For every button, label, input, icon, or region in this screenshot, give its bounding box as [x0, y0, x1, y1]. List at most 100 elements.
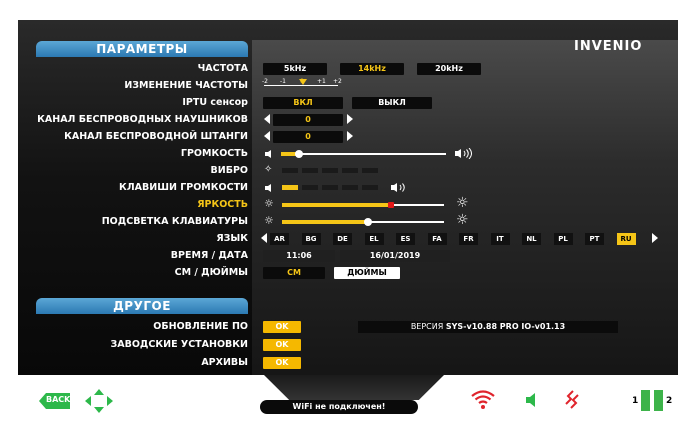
coil-channel-right-icon[interactable] — [347, 131, 353, 141]
volume-keys-segment — [282, 185, 298, 190]
battery-2-label: 2 — [666, 396, 673, 406]
sun-large-icon: ☼ — [456, 195, 469, 211]
section-header-other: ДРУГОЕ — [36, 298, 248, 314]
iptu-on-button[interactable]: ВКЛ — [263, 97, 343, 109]
wifi-icon[interactable] — [470, 388, 496, 410]
time-field[interactable]: 11:06 — [263, 250, 335, 262]
language-option-fr[interactable]: FR — [459, 233, 478, 245]
volume-keys-segment — [342, 185, 358, 190]
row-coil-channel: КАНАЛ БЕСПРОВОДНОЙ ШТАНГИ 0 — [18, 128, 678, 145]
row-keypad-light: ПОДСВЕТКА КЛАВИАТУРЫ ☼ ☼ — [18, 212, 678, 230]
archives-ok-button[interactable]: OK — [263, 357, 301, 369]
vibro-scale[interactable] — [282, 162, 382, 179]
language-option-ru[interactable]: RU — [616, 233, 636, 245]
language-option-nl[interactable]: NL — [522, 233, 541, 245]
units-cm-button[interactable]: СМ — [263, 267, 325, 279]
footer-notch — [264, 375, 444, 400]
language-option-pt[interactable]: PT — [585, 233, 604, 245]
coil-channel-label: КАНАЛ БЕСПРОВОДНОЙ ШТАНГИ — [64, 131, 248, 142]
row-units: СМ / ДЮЙМЫ СМ ДЮЙМЫ — [18, 264, 678, 281]
volume-slider[interactable] — [281, 145, 446, 162]
version-value: SYS-v10.88 PRO IO-v01.13 — [445, 322, 566, 331]
battery-1-icon — [641, 390, 650, 411]
iptu-label: IPTU сенсор — [182, 97, 248, 108]
row-archives: АРХИВЫ OK — [18, 354, 678, 371]
back-button[interactable]: BACK — [38, 391, 72, 411]
language-option-es[interactable]: ES — [396, 233, 415, 245]
freq-shift-label: ИЗМЕНЕНИЕ ЧАСТОТЫ — [124, 80, 248, 91]
row-volume: ГРОМКОСТЬ — [18, 145, 678, 162]
freq-shift-scale[interactable]: -2 -1 0 +1 +2 — [262, 77, 342, 94]
vibro-label: ВИБРО — [210, 165, 248, 176]
coil-channel-left-icon[interactable] — [264, 131, 270, 141]
language-label: ЯЗЫК — [216, 233, 248, 244]
brightness-slider-knob[interactable] — [388, 202, 394, 208]
language-option-fa[interactable]: FA — [427, 233, 447, 245]
language-option-pl[interactable]: PL — [553, 233, 573, 245]
back-label: BACK — [46, 395, 71, 404]
volume-keys-segment — [362, 185, 378, 190]
speaker-low-icon — [265, 150, 271, 158]
keypad-light-slider[interactable] — [282, 213, 444, 230]
version-box: ВЕРСИЯ SYS-v10.88 PRO IO-v01.13 — [358, 321, 618, 333]
version-prefix: ВЕРСИЯ — [410, 322, 444, 331]
tick-plus-1: +1 — [317, 78, 326, 85]
keypad-light-slider-fill — [282, 220, 368, 224]
battery-1-label: 1 — [632, 396, 639, 406]
update-label: ОБНОВЛЕНИЕ ПО — [153, 321, 248, 332]
update-ok-button[interactable]: OK — [263, 321, 301, 333]
language-option-it[interactable]: IT — [490, 233, 510, 245]
coil-channel-value: 0 — [273, 131, 343, 143]
freq-shift-marker-icon — [299, 79, 307, 85]
keypad-light-slider-knob[interactable] — [364, 218, 372, 226]
row-vibro: ВИБРО ✧ — [18, 162, 678, 179]
freq-20khz-button[interactable]: 20kHz — [417, 63, 481, 75]
headphones-channel-left-icon[interactable] — [264, 114, 270, 124]
language-option-de[interactable]: DE — [333, 233, 352, 245]
freq-14khz-button[interactable]: 14kHz — [340, 63, 404, 75]
speaker-icon[interactable] — [524, 392, 540, 408]
archives-label: АРХИВЫ — [201, 357, 248, 368]
language-option-bg[interactable]: BG — [301, 233, 321, 245]
row-iptu: IPTU сенсор ВКЛ ВЫКЛ — [18, 94, 678, 111]
headphones-channel-value: 0 — [273, 114, 343, 126]
volume-slider-knob[interactable] — [295, 150, 303, 158]
vibration-icon[interactable] — [562, 388, 582, 410]
wifi-status-message: WiFi не подключен! — [260, 400, 418, 414]
row-volume-keys: КЛАВИШИ ГРОМКОСТИ — [18, 179, 678, 196]
iptu-off-button[interactable]: ВЫКЛ — [352, 97, 432, 109]
units-label: СМ / ДЮЙМЫ — [174, 267, 248, 278]
factory-ok-button[interactable]: OK — [263, 339, 301, 351]
section-header-params: ПАРАМЕТРЫ — [36, 41, 248, 57]
row-headphones-channel: КАНАЛ БЕСПРОВОДНЫХ НАУШНИКОВ 0 — [18, 111, 678, 128]
brightness-slider[interactable] — [282, 196, 444, 213]
battery-2-icon — [654, 390, 663, 411]
keypad-light-label: ПОДСВЕТКА КЛАВИАТУРЫ — [101, 216, 248, 227]
brightness-slider-fill — [282, 203, 392, 207]
factory-label: ЗАВОДСКИЕ УСТАНОВКИ — [110, 339, 248, 350]
speaker-high-icon — [455, 148, 472, 159]
row-freq-shift: ИЗМЕНЕНИЕ ЧАСТОТЫ -2 -1 0 +1 +2 — [18, 77, 678, 94]
settings-screen: INVENIO ПАРАМЕТРЫ ЧАСТОТА 5kHz 14kHz 20k… — [18, 20, 678, 420]
volume-keys-scale[interactable] — [282, 179, 402, 196]
date-field[interactable]: 16/01/2019 — [340, 250, 450, 262]
units-inches-button[interactable]: ДЮЙМЫ — [334, 267, 400, 279]
language-right-icon[interactable] — [652, 233, 658, 243]
language-left-icon[interactable] — [261, 233, 267, 243]
language-list: AR BG DE EL ES FA FR IT NL PL PT RU — [270, 230, 652, 247]
sun-large-icon: ☼ — [456, 212, 469, 228]
headphones-channel-right-icon[interactable] — [347, 114, 353, 124]
sun-small-icon: ☼ — [264, 214, 274, 227]
freq-5khz-button[interactable]: 5kHz — [263, 63, 327, 75]
row-factory: ЗАВОДСКИЕ УСТАНОВКИ OK — [18, 336, 678, 353]
frequency-label: ЧАСТОТА — [197, 63, 248, 74]
tick-minus-1: -1 — [280, 78, 286, 85]
tick-plus-2: +2 — [333, 78, 342, 85]
language-option-el[interactable]: EL — [364, 233, 384, 245]
language-option-ar[interactable]: AR — [270, 233, 289, 245]
dpad-icon[interactable] — [84, 388, 114, 414]
volume-keys-segment — [302, 185, 318, 190]
vibro-icon: ✧ — [264, 164, 273, 175]
brightness-label: ЯРКОСТЬ — [197, 199, 248, 210]
row-frequency: ЧАСТОТА 5kHz 14kHz 20kHz — [18, 60, 678, 77]
